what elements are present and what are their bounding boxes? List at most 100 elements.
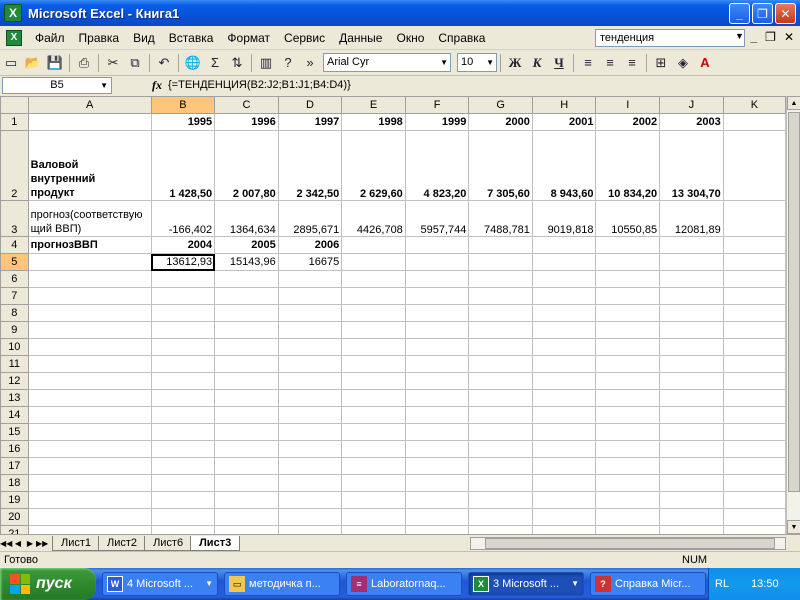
column-header[interactable]: F xyxy=(404,96,470,114)
copy-icon[interactable]: ⧉ xyxy=(124,52,146,74)
cell-e6[interactable] xyxy=(341,270,406,288)
cell-h10[interactable] xyxy=(531,338,597,356)
cell-b15[interactable] xyxy=(150,423,216,441)
taskbar-item-folder[interactable]: ▭ методичка п... xyxy=(224,572,340,596)
cell-e9[interactable] xyxy=(341,321,406,339)
cell-i19[interactable] xyxy=(595,491,661,509)
column-header[interactable]: C xyxy=(214,96,279,114)
cell-e4[interactable] xyxy=(341,236,406,254)
cell-b7[interactable] xyxy=(150,287,216,305)
cell-b11[interactable] xyxy=(150,355,216,373)
cell-a14[interactable] xyxy=(27,406,152,424)
cell-i9[interactable] xyxy=(595,321,661,339)
cell-h2[interactable]: 8 943,60 xyxy=(531,130,597,201)
cell-i6[interactable] xyxy=(595,270,661,288)
cell-f13[interactable] xyxy=(404,389,470,407)
cell-g15[interactable] xyxy=(468,423,533,441)
cell-j1[interactable]: 2003 xyxy=(659,113,724,131)
cell-i20[interactable] xyxy=(595,508,661,526)
cell-d16[interactable] xyxy=(277,440,343,458)
cell-e17[interactable] xyxy=(341,457,406,475)
cell-j8[interactable] xyxy=(659,304,724,322)
cell-d7[interactable] xyxy=(277,287,343,305)
cell-d19[interactable] xyxy=(277,491,343,509)
save-icon[interactable]: 💾 xyxy=(44,52,66,74)
help-search-input[interactable]: тенденция xyxy=(595,29,745,47)
autosum-icon[interactable]: Σ xyxy=(204,52,226,74)
excel-app-icon[interactable]: X xyxy=(4,4,22,22)
column-header[interactable]: A xyxy=(27,96,152,114)
row-header[interactable]: 8 xyxy=(0,304,29,322)
cell-g14[interactable] xyxy=(468,406,533,424)
last-sheet-icon[interactable]: ▶▶ xyxy=(36,539,48,548)
cell-e14[interactable] xyxy=(341,406,406,424)
menu-data[interactable]: Данные xyxy=(332,31,389,45)
select-all-corner[interactable] xyxy=(0,96,29,114)
cell-h13[interactable] xyxy=(531,389,597,407)
font-color-icon[interactable]: A xyxy=(694,52,716,74)
cell-d10[interactable] xyxy=(277,338,343,356)
help-icon[interactable]: ? xyxy=(277,52,299,74)
cell-g18[interactable] xyxy=(468,474,533,492)
cell-i12[interactable] xyxy=(595,372,661,390)
cell-g20[interactable] xyxy=(468,508,533,526)
cell-a8[interactable] xyxy=(27,304,152,322)
cell-h21[interactable] xyxy=(531,525,597,534)
column-header[interactable]: H xyxy=(531,96,597,114)
formula-input[interactable]: {=ТЕНДЕНЦИЯ(B2:J2;B1:J1;B4:D4)} xyxy=(168,79,351,91)
align-center-icon[interactable]: ≡ xyxy=(599,52,621,74)
taskbar-item-word[interactable]: W 4 Microsoft ... ▼ xyxy=(102,572,218,596)
cell-i10[interactable] xyxy=(595,338,661,356)
cell-k12[interactable] xyxy=(722,372,786,390)
cell-h9[interactable] xyxy=(531,321,597,339)
row-header[interactable]: 14 xyxy=(0,406,29,424)
doc-restore-button[interactable]: ❐ xyxy=(765,30,776,44)
cell-f19[interactable] xyxy=(404,491,470,509)
cell-h17[interactable] xyxy=(531,457,597,475)
cell-c6[interactable] xyxy=(214,270,279,288)
cell-k2[interactable] xyxy=(722,130,786,201)
cell-b21[interactable] xyxy=(150,525,216,534)
cell-f4[interactable] xyxy=(404,236,470,254)
cell-d20[interactable] xyxy=(277,508,343,526)
align-left-icon[interactable]: ≡ xyxy=(577,52,599,74)
cell-h1[interactable]: 2001 xyxy=(531,113,597,131)
column-header[interactable]: I xyxy=(595,96,661,114)
cell-j7[interactable] xyxy=(659,287,724,305)
cell-b14[interactable] xyxy=(150,406,216,424)
menu-help[interactable]: Справка xyxy=(431,31,492,45)
cell-e13[interactable] xyxy=(341,389,406,407)
cell-f1[interactable]: 1999 xyxy=(404,113,470,131)
menu-view[interactable]: Вид xyxy=(126,31,162,45)
cell-h20[interactable] xyxy=(531,508,597,526)
column-header[interactable]: J xyxy=(659,96,724,114)
cell-c2[interactable]: 2 007,80 xyxy=(214,130,279,201)
cell-i11[interactable] xyxy=(595,355,661,373)
cell-j6[interactable] xyxy=(659,270,724,288)
cell-e5[interactable] xyxy=(341,253,406,271)
row-header[interactable]: 9 xyxy=(0,321,29,339)
cell-d11[interactable] xyxy=(277,355,343,373)
first-sheet-icon[interactable]: ◀◀ xyxy=(0,539,12,548)
cell-h16[interactable] xyxy=(531,440,597,458)
cell-g2[interactable]: 7 305,60 xyxy=(468,130,533,201)
cell-c9[interactable] xyxy=(214,321,279,339)
taskbar-item-excel[interactable]: X 3 Microsoft ... ▼ xyxy=(468,572,584,596)
cell-k5[interactable] xyxy=(722,253,786,271)
cell-g5[interactable] xyxy=(468,253,533,271)
cell-a17[interactable] xyxy=(27,457,152,475)
cell-i15[interactable] xyxy=(595,423,661,441)
cell-b5-active[interactable]: 13612,93 xyxy=(150,253,216,271)
menu-window[interactable]: Окно xyxy=(389,31,431,45)
cell-a4[interactable]: прогнозВВП xyxy=(27,236,152,254)
cell-d15[interactable] xyxy=(277,423,343,441)
cell-k21[interactable] xyxy=(722,525,786,534)
cell-b10[interactable] xyxy=(150,338,216,356)
cell-b8[interactable] xyxy=(150,304,216,322)
document-icon[interactable]: X xyxy=(6,29,22,46)
cell-j16[interactable] xyxy=(659,440,724,458)
menu-tools[interactable]: Сервис xyxy=(277,31,332,45)
cell-h3[interactable]: 9019,818 xyxy=(531,200,597,237)
fill-color-icon[interactable]: ◈ xyxy=(672,52,694,74)
cell-h19[interactable] xyxy=(531,491,597,509)
